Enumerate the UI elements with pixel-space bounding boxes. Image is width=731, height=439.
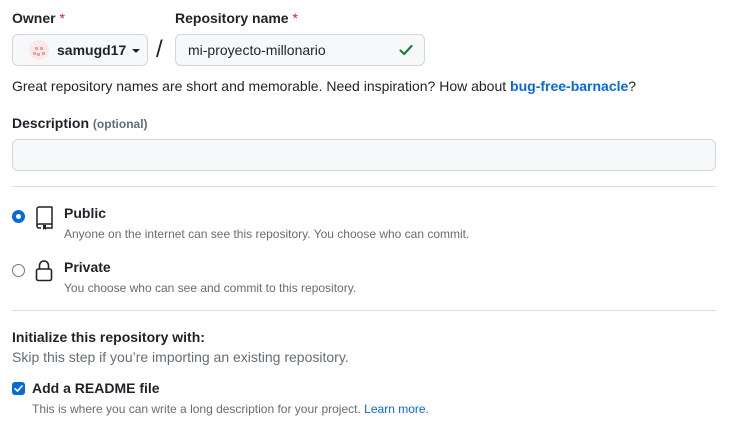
- initialize-subtitle: Skip this step if you’re importing an ex…: [12, 349, 349, 365]
- repo-name-label: Repository name *: [175, 10, 298, 26]
- name-suggestion-link[interactable]: bug-free-barnacle: [510, 78, 628, 94]
- readme-description-text: This is where you can write a long descr…: [32, 402, 361, 416]
- hint-prefix: Great repository names are short and mem…: [12, 78, 511, 94]
- divider: [12, 186, 716, 187]
- description-label-text: Description: [12, 115, 90, 131]
- checkmark-icon: [14, 385, 23, 392]
- public-description: Anyone on the internet can see this repo…: [64, 227, 470, 241]
- repo-icon: [36, 206, 53, 230]
- private-description: You choose who can see and commit to thi…: [64, 281, 357, 295]
- owner-username: samugd17: [57, 42, 127, 58]
- initialize-title: Initialize this repository with:: [12, 329, 205, 345]
- caret-down-icon: [132, 49, 141, 53]
- learn-more-link[interactable]: Learn more.: [364, 402, 429, 416]
- owner-repo-separator: /: [156, 36, 163, 63]
- description-optional-label: (optional): [92, 117, 148, 131]
- private-radio[interactable]: [12, 264, 25, 277]
- owner-label-text: Owner: [12, 10, 56, 26]
- public-title: Public: [64, 205, 107, 221]
- owner-required-mark: *: [59, 10, 65, 26]
- owner-label: Owner *: [12, 10, 65, 26]
- description-input[interactable]: [12, 139, 716, 171]
- new-repository-form: Owner * samugd17 / Repository name * mi-…: [0, 0, 731, 439]
- check-icon: [399, 44, 413, 56]
- repo-name-label-text: Repository name: [175, 10, 289, 26]
- public-radio[interactable]: [12, 210, 25, 223]
- repo-name-required-mark: *: [292, 10, 298, 26]
- repo-name-hint: Great repository names are short and mem…: [12, 78, 636, 94]
- repo-name-input[interactable]: mi-proyecto-millonario: [175, 34, 425, 66]
- hint-suffix: ?: [628, 78, 637, 94]
- readme-label[interactable]: Add a README file: [32, 380, 160, 396]
- repo-name-value: mi-proyecto-millonario: [188, 42, 326, 58]
- avatar: [29, 40, 49, 60]
- readme-checkbox[interactable]: [12, 382, 25, 395]
- owner-dropdown-button[interactable]: samugd17: [12, 34, 148, 66]
- lock-icon: [35, 260, 53, 282]
- readme-description: This is where you can write a long descr…: [32, 402, 429, 416]
- divider: [12, 310, 716, 311]
- description-label: Description (optional): [12, 115, 148, 131]
- private-title: Private: [64, 259, 111, 275]
